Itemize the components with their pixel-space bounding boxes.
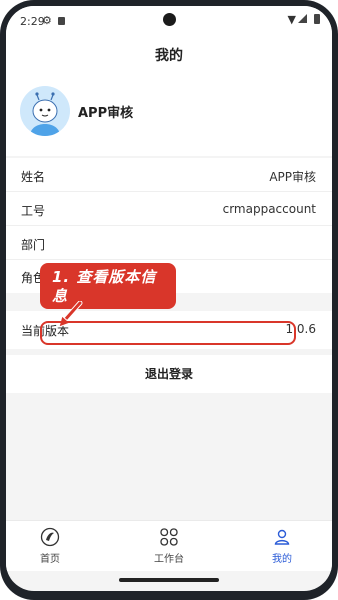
profile-name: APP审核: [78, 106, 134, 121]
info-row-name: 姓名 APP审核: [6, 158, 332, 192]
info-label: 部门: [21, 238, 46, 252]
avatar[interactable]: [20, 86, 70, 136]
grid-icon: [160, 528, 178, 546]
info-row-employee-id: 工号 crmappaccount: [6, 192, 332, 226]
sd-card-icon: [58, 17, 65, 25]
status-time: 2:29: [20, 15, 45, 28]
tab-label: 首页: [40, 554, 60, 565]
logout-button[interactable]: 退出登录: [6, 355, 332, 393]
wifi-icon: ▼: [287, 13, 296, 26]
annotation-text-line1: 1. 查看版本信: [52, 268, 157, 286]
phone-frame: 2:29 ⚙ ▼ 我的 APP审核 姓名 APP审核 工号 crmappacco…: [0, 0, 338, 600]
tab-workbench[interactable]: 工作台: [139, 527, 199, 565]
profile-section: APP审核: [6, 78, 332, 156]
tab-label: 我的: [272, 554, 292, 565]
page-title: 我的: [6, 34, 332, 78]
info-value: APP审核: [269, 170, 316, 184]
signal-icon: [298, 14, 307, 23]
info-row-department: 部门: [6, 226, 332, 260]
gear-icon: ⚙: [42, 14, 52, 27]
battery-icon: [314, 14, 320, 24]
robot-avatar-icon: [20, 86, 70, 136]
annotation-highlight-box: [40, 321, 296, 345]
front-camera: [163, 13, 176, 26]
home-indicator: [119, 578, 219, 582]
tab-label: 工作台: [154, 554, 184, 565]
person-icon: [274, 529, 290, 545]
screen: 2:29 ⚙ ▼ 我的 APP审核 姓名 APP审核 工号 crmappacco…: [6, 6, 332, 591]
tab-mine[interactable]: 我的: [252, 527, 312, 565]
status-bar: 2:29 ⚙ ▼: [6, 6, 332, 34]
info-label: 工号: [21, 204, 46, 218]
info-value: crmappaccount: [222, 202, 316, 216]
tab-home[interactable]: 首页: [20, 527, 80, 565]
bottom-tab-bar: 首页 工作台 我的: [6, 520, 332, 571]
home-logo-icon: [40, 527, 60, 547]
info-label: 姓名: [21, 170, 46, 184]
